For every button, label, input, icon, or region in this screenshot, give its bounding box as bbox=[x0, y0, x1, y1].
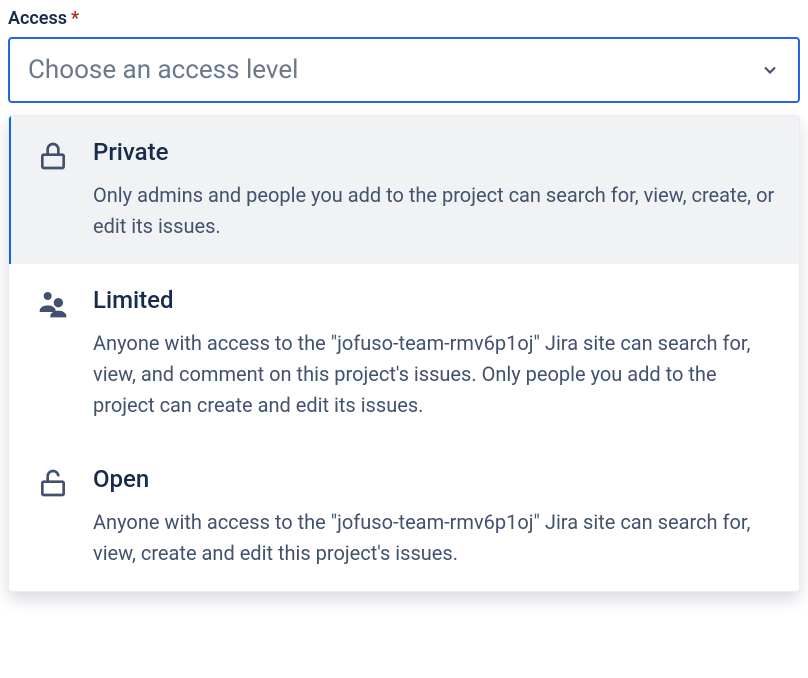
option-title: Limited bbox=[93, 286, 775, 314]
option-content: Open Anyone with access to the "jofuso-t… bbox=[93, 465, 775, 569]
option-description: Anyone with access to the "jofuso-team-r… bbox=[93, 507, 775, 569]
option-description: Only admins and people you add to the pr… bbox=[93, 180, 775, 242]
unlock-icon bbox=[37, 467, 69, 499]
chevron-down-icon bbox=[760, 60, 780, 80]
access-select-placeholder: Choose an access level bbox=[28, 55, 298, 85]
option-title: Private bbox=[93, 138, 775, 166]
option-content: Private Only admins and people you add t… bbox=[93, 138, 775, 242]
people-icon bbox=[37, 288, 69, 320]
field-label-text: Access bbox=[8, 8, 67, 29]
lock-icon bbox=[37, 140, 69, 172]
access-option-limited[interactable]: Limited Anyone with access to the "jofus… bbox=[9, 264, 799, 443]
option-description: Anyone with access to the "jofuso-team-r… bbox=[93, 328, 775, 421]
field-label: Access * bbox=[8, 8, 800, 29]
access-option-private[interactable]: Private Only admins and people you add t… bbox=[9, 116, 799, 264]
option-content: Limited Anyone with access to the "jofus… bbox=[93, 286, 775, 421]
access-select-trigger[interactable]: Choose an access level bbox=[8, 37, 800, 103]
required-asterisk: * bbox=[71, 8, 79, 29]
option-title: Open bbox=[93, 465, 775, 493]
access-dropdown-menu: Private Only admins and people you add t… bbox=[8, 115, 800, 592]
access-option-open[interactable]: Open Anyone with access to the "jofuso-t… bbox=[9, 443, 799, 591]
